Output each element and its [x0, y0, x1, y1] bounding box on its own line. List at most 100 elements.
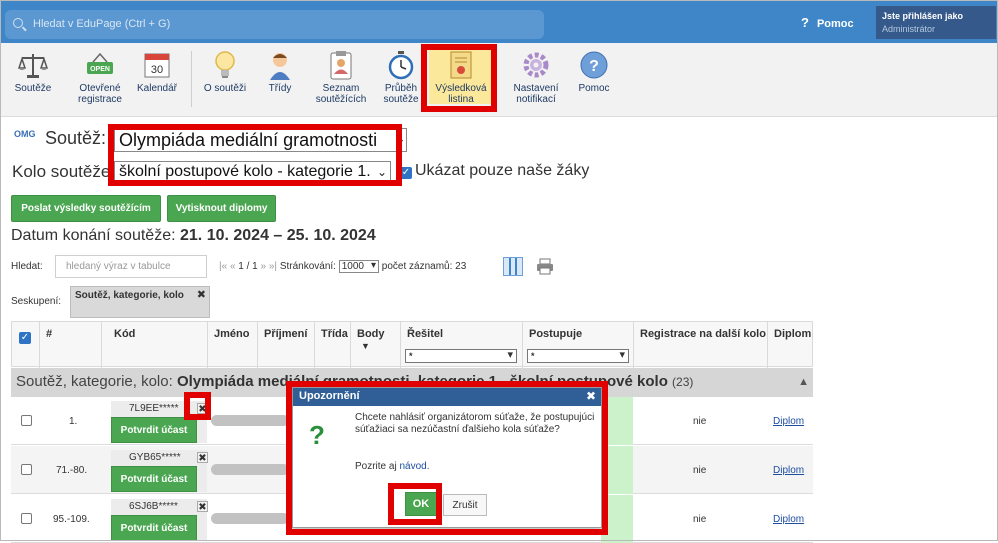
- toolbar-open-registrations[interactable]: OPEN Otevřené registrace: [73, 49, 127, 105]
- group-count: (23): [672, 375, 694, 389]
- send-results-button[interactable]: Poslat výsledky soutěžícím: [11, 195, 161, 222]
- global-search-input[interactable]: Hledat v EduPage (Ctrl + G): [5, 10, 544, 39]
- toolbar-results-label: Výsledková listina: [435, 83, 487, 105]
- grouping-remove-icon[interactable]: ✖: [197, 288, 206, 301]
- toolbar-competition-progress[interactable]: Průběh soutěže: [377, 49, 425, 105]
- toolbar-competitions-label: Soutěže: [14, 83, 52, 94]
- diploma-link[interactable]: Diplom: [773, 514, 804, 525]
- chevron-down-icon: ▾: [396, 135, 403, 149]
- toolbar-notifications-label: Nastavení notifikací: [513, 83, 559, 105]
- print-diplomas-button[interactable]: Vytisknout diplomy: [167, 195, 276, 222]
- header-points[interactable]: Body ▼: [351, 322, 401, 368]
- header-solver-label: Řešitel: [407, 328, 444, 340]
- row-number: 95.-109.: [53, 514, 90, 525]
- toolbar-about-competition[interactable]: O soutěži: [200, 49, 250, 94]
- open-sign-icon: OPEN: [87, 52, 113, 74]
- advances-cell: [601, 495, 633, 543]
- header-diploma[interactable]: Diplom: [768, 322, 814, 368]
- row-number: 1.: [69, 416, 78, 427]
- clipboard-person-icon: [330, 51, 352, 80]
- stopwatch-icon: [388, 51, 414, 80]
- paging-select[interactable]: 1000: [338, 260, 379, 273]
- solver-filter-select[interactable]: *: [405, 349, 517, 363]
- remove-icon[interactable]: ✖: [197, 501, 208, 513]
- question-icon: ?: [309, 420, 325, 450]
- header-first-name[interactable]: Jméno: [208, 322, 258, 368]
- competition-select[interactable]: Olympiáda mediální gramotnosti ▾: [114, 128, 407, 152]
- toolbar-about-label: O soutěži: [203, 83, 247, 94]
- grouping-tag-label: Soutěž, kategorie, kolo: [75, 290, 184, 301]
- ok-button[interactable]: OK: [405, 492, 437, 516]
- round-select[interactable]: školní postupové kolo - kategorie 1. ⌄: [114, 161, 391, 182]
- header-surname[interactable]: Příjmení: [258, 322, 315, 368]
- toolbar-contestants-label: Seznam soutěžících: [315, 83, 367, 105]
- pager-first-prev[interactable]: |« «: [219, 261, 236, 272]
- row-checkbox[interactable]: [21, 513, 32, 524]
- toolbar-notification-settings[interactable]: Nastavení notifikací: [506, 49, 566, 105]
- open-badge: OPEN: [90, 66, 110, 73]
- confirm-participation-button[interactable]: Potvrdit účast: [111, 515, 197, 541]
- toolbar-open-registrations-label: Otevřené registrace: [78, 83, 122, 105]
- sort-desc-icon: ▼: [361, 341, 370, 351]
- confirm-participation-button[interactable]: Potvrdit účast: [111, 466, 197, 492]
- group-prefix: Soutěž, kategorie, kolo:: [16, 373, 173, 390]
- competition-date: Datum konání soutěže: 21. 10. 2024 – 25.…: [11, 227, 376, 245]
- row-code: GYB65*****: [129, 452, 181, 463]
- toolbar-classes[interactable]: Třídy: [260, 49, 300, 94]
- row-checkbox[interactable]: [21, 415, 32, 426]
- printer-icon[interactable]: [536, 258, 554, 275]
- diploma-link[interactable]: Diplom: [773, 465, 804, 476]
- only-ours-checkbox[interactable]: ✓: [400, 167, 412, 179]
- paging-label: Stránkování:: [279, 261, 336, 273]
- header-advances[interactable]: Postupuje *: [523, 322, 634, 368]
- toolbar-help[interactable]: ? Pomoc: [574, 49, 614, 94]
- toolbar-separator: [191, 51, 192, 107]
- date-label: Datum konání soutěže:: [11, 227, 176, 244]
- row-code: 6SJ6B*****: [129, 501, 178, 512]
- question-icon: ?: [801, 15, 809, 30]
- scales-icon: [17, 54, 49, 78]
- pager-pages: 1 / 1: [238, 261, 258, 273]
- toolbar-results-sheet[interactable]: Výsledková listina: [429, 48, 493, 105]
- name-redacted: [211, 513, 289, 524]
- table-search-input[interactable]: hledaný výraz v tabulce: [55, 255, 207, 278]
- chevron-down-icon: ⌄: [376, 165, 387, 179]
- header-number[interactable]: #: [40, 322, 102, 368]
- row-code: 7L9EE*****: [129, 403, 179, 414]
- help-link[interactable]: ? Pomoc: [801, 15, 854, 30]
- user-menu[interactable]: Jste přihlášen jako Administrátor: [876, 6, 996, 39]
- toolbar-competitions[interactable]: Soutěže: [13, 49, 53, 94]
- confirm-participation-button[interactable]: Potvrdit účast: [111, 417, 197, 443]
- code-cell: 7L9EE***** ✖ Potvrdit účast: [111, 401, 208, 443]
- module-toolbar: Soutěže OPEN Otevřené registrace 30 Kale…: [1, 43, 997, 117]
- code-cell: 6SJ6B***** ✖ Potvrdit účast: [111, 499, 208, 541]
- remove-icon[interactable]: ✖: [197, 452, 208, 464]
- columns-icon[interactable]: [503, 257, 523, 276]
- dialog-message: Chcete nahlásiť organizátorom súťaže, že…: [355, 412, 595, 435]
- header-code[interactable]: Kód: [102, 322, 208, 368]
- dialog-close-icon[interactable]: ✖: [586, 389, 596, 403]
- user-role: Administrátor: [882, 24, 936, 34]
- student-icon: [270, 53, 290, 80]
- toolbar-contestants-list[interactable]: Seznam soutěžících: [311, 49, 371, 105]
- header-next-round-registration[interactable]: Registrace na další kolo: [634, 322, 768, 368]
- cancel-button[interactable]: Zrušit: [443, 494, 487, 516]
- toolbar-progress-label: Průběh soutěže: [383, 83, 419, 105]
- certificate-icon: [450, 51, 472, 79]
- table-header: ✓ # Kód Jméno Příjmení Třída Body ▼ Řeši…: [11, 321, 814, 368]
- collapse-icon[interactable]: ▲: [798, 376, 809, 388]
- row-checkbox[interactable]: [21, 464, 32, 475]
- hint-prefix: Pozrite aj: [355, 461, 397, 472]
- user-line: Jste přihlášen jako: [882, 11, 964, 21]
- header-select-all[interactable]: ✓: [12, 322, 40, 368]
- remove-icon[interactable]: ✖: [197, 403, 208, 415]
- guide-link[interactable]: návod.: [399, 461, 429, 472]
- toolbar-help-label: Pomoc: [578, 83, 610, 94]
- advances-filter-select[interactable]: *: [527, 349, 629, 363]
- header-solver[interactable]: Řešitel *: [401, 322, 523, 368]
- pager-next-last[interactable]: » »|: [261, 261, 278, 272]
- toolbar-calendar[interactable]: 30 Kalendář: [134, 49, 180, 94]
- select-all-checkbox[interactable]: ✓: [19, 332, 31, 344]
- header-class[interactable]: Třída: [315, 322, 351, 368]
- diploma-link[interactable]: Diplom: [773, 416, 804, 427]
